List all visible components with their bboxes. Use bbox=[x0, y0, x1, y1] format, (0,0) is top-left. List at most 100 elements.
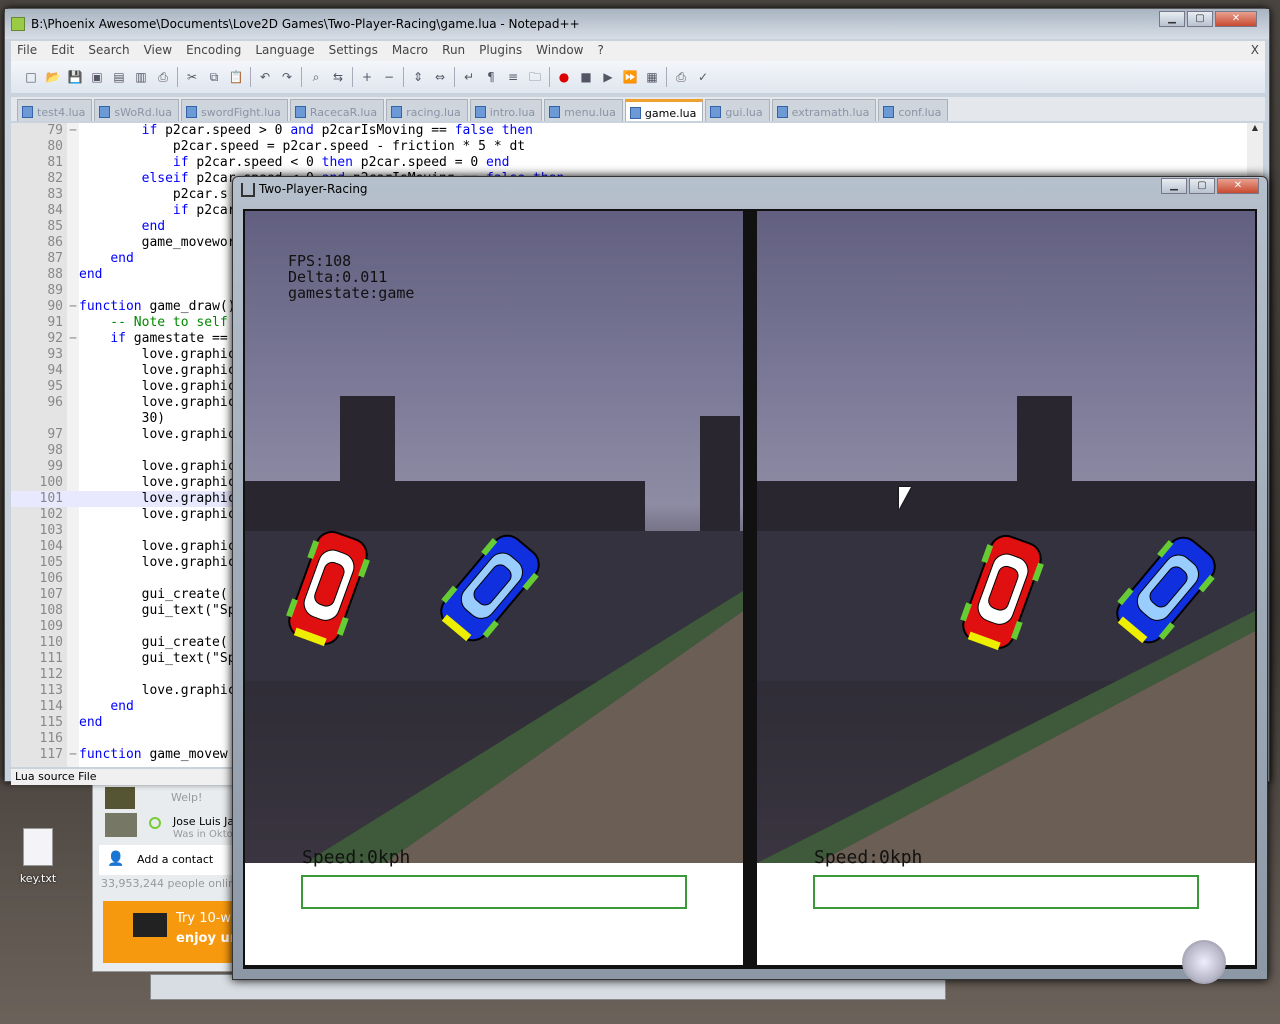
file-icon bbox=[883, 106, 895, 118]
minimize-button[interactable]: ▁ bbox=[1159, 11, 1185, 27]
code-text: if gamestate == bbox=[110, 331, 228, 346]
line-number: 111 bbox=[39, 651, 63, 666]
tab-sword-lua[interactable]: sWoRd.lua bbox=[94, 99, 179, 121]
new-icon[interactable]: □ bbox=[23, 69, 39, 85]
tab-conf-lua[interactable]: conf.lua bbox=[878, 99, 949, 121]
paste-icon[interactable]: 📋 bbox=[228, 69, 244, 85]
record-icon[interactable]: ● bbox=[556, 69, 572, 85]
fold-toggle-icon[interactable]: − bbox=[67, 747, 79, 763]
sync-h-icon[interactable]: ⇔ bbox=[432, 69, 448, 85]
print-preview-icon[interactable]: ⎙ bbox=[673, 69, 689, 85]
code-text: love.graphic bbox=[79, 683, 236, 698]
tab-racecar-lua[interactable]: RacecaR.lua bbox=[289, 99, 385, 121]
gamestate-readout: gamestate:game bbox=[288, 284, 415, 302]
line-number: 88 bbox=[47, 267, 63, 282]
line-number: 85 bbox=[47, 219, 63, 234]
tab-test4-lua[interactable]: test4.lua bbox=[17, 99, 93, 121]
line-number: 108 bbox=[39, 603, 63, 618]
replace-icon[interactable]: ⇆ bbox=[330, 69, 346, 85]
find-icon[interactable]: ⌕ bbox=[308, 69, 324, 85]
close-all-icon[interactable]: ▥ bbox=[133, 69, 149, 85]
desktop-icon-key-txt[interactable]: key.txt bbox=[14, 828, 62, 885]
fold-toggle-icon[interactable]: − bbox=[67, 299, 79, 315]
globe-icon bbox=[1182, 940, 1226, 984]
save-icon[interactable]: 💾 bbox=[67, 69, 83, 85]
copy-icon[interactable]: ⧉ bbox=[206, 69, 222, 85]
print-icon[interactable]: ⎙ bbox=[155, 69, 171, 85]
menu-language[interactable]: Language bbox=[255, 43, 314, 59]
player2-view: Speed:0kph bbox=[757, 211, 1255, 965]
text-file-icon bbox=[23, 828, 53, 866]
tab-intro-lua[interactable]: intro.lua bbox=[469, 99, 543, 121]
tab-swordfight-lua[interactable]: swordFight.lua bbox=[180, 99, 288, 121]
tab-gui-lua[interactable]: gui.lua bbox=[705, 99, 770, 121]
menu-encoding[interactable]: Encoding bbox=[186, 43, 241, 59]
play-multiple-icon[interactable]: ⏩ bbox=[622, 69, 638, 85]
code-line: 80 p2car.speed = p2car.speed - friction … bbox=[11, 139, 1263, 155]
fold-toggle-icon[interactable]: − bbox=[67, 331, 79, 347]
promo-text: Try 10-w bbox=[176, 911, 232, 926]
indent-guide-icon[interactable]: ≡ bbox=[505, 69, 521, 85]
sync-v-icon[interactable]: ⇕ bbox=[410, 69, 426, 85]
file-icon bbox=[391, 106, 403, 118]
zoom-in-icon[interactable]: + bbox=[359, 69, 375, 85]
add-contact-button[interactable]: 👤 Add a contact bbox=[99, 845, 241, 875]
code-line: 81 if p2car.speed < 0 then p2car.speed =… bbox=[11, 155, 1263, 171]
menu-help[interactable]: ? bbox=[597, 43, 603, 59]
folder-icon[interactable]: 🗀 bbox=[527, 69, 543, 85]
game-window[interactable]: Two-Player-Racing ▁ ▢ ✕ FPS:108 Delta:0.0… bbox=[232, 176, 1268, 980]
stop-icon[interactable]: ■ bbox=[578, 69, 594, 85]
menu-search[interactable]: Search bbox=[88, 43, 129, 59]
save-macro-icon[interactable]: ▦ bbox=[644, 69, 660, 85]
contact-avatar bbox=[105, 813, 137, 837]
toolbar-separator bbox=[177, 67, 178, 87]
tab-menu-lua[interactable]: menu.lua bbox=[544, 99, 623, 121]
game-canvas[interactable]: FPS:108 Delta:0.011 gamestate:game Speed:0… bbox=[243, 209, 1257, 969]
tab-game-lua[interactable]: game.lua bbox=[624, 99, 704, 121]
tab-extramath-lua[interactable]: extramath.lua bbox=[771, 99, 877, 121]
menu-macro[interactable]: Macro bbox=[392, 43, 428, 59]
close-button[interactable]: ✕ bbox=[1215, 11, 1257, 27]
line-number: 80 bbox=[47, 139, 63, 154]
line-number: 116 bbox=[39, 731, 63, 746]
menu-run[interactable]: Run bbox=[442, 43, 465, 59]
title-bar[interactable]: B:\Phoenix Awesome\Documents\Love2D Game… bbox=[5, 9, 1269, 39]
contact-item[interactable]: Jose Luis Ja Was in Okto bbox=[105, 813, 241, 839]
player2-car bbox=[440, 534, 540, 642]
menu-edit[interactable]: Edit bbox=[51, 43, 74, 59]
close-button[interactable]: ✕ bbox=[1217, 178, 1259, 194]
spellcheck-icon[interactable]: ✓ bbox=[695, 69, 711, 85]
open-icon[interactable]: 📂 bbox=[45, 69, 61, 85]
file-icon bbox=[22, 106, 33, 118]
menu-view[interactable]: View bbox=[144, 43, 172, 59]
line-number: 103 bbox=[39, 523, 63, 538]
menu-settings[interactable]: Settings bbox=[329, 43, 378, 59]
maximize-button[interactable]: ▢ bbox=[1187, 11, 1213, 27]
close-icon[interactable]: ▤ bbox=[111, 69, 127, 85]
menu-plugins[interactable]: Plugins bbox=[479, 43, 522, 59]
close-document-button[interactable]: X bbox=[1251, 43, 1259, 59]
show-all-icon[interactable]: ¶ bbox=[483, 69, 499, 85]
cut-icon[interactable]: ✂ bbox=[184, 69, 200, 85]
tab-label: intro.lua bbox=[489, 105, 536, 119]
tab-label: menu.lua bbox=[564, 105, 616, 119]
fold-toggle-icon[interactable]: − bbox=[67, 123, 79, 139]
tab-racing-lua[interactable]: racing.lua bbox=[386, 99, 468, 121]
redo-icon[interactable]: ↷ bbox=[279, 69, 295, 85]
code-text: end bbox=[79, 267, 103, 282]
word-wrap-icon[interactable]: ↵ bbox=[461, 69, 477, 85]
messenger-window[interactable]: Welp! Jose Luis Ja Was in Okto 👤 Add a c… bbox=[92, 780, 243, 972]
save-all-icon[interactable]: ▣ bbox=[89, 69, 105, 85]
file-icon bbox=[294, 106, 306, 118]
zoom-out-icon[interactable]: − bbox=[381, 69, 397, 85]
promo-banner[interactable]: Try 10-w enjoy un bbox=[103, 901, 243, 963]
love-app-icon bbox=[241, 183, 255, 197]
undo-icon[interactable]: ↶ bbox=[257, 69, 273, 85]
menu-file[interactable]: File bbox=[17, 43, 37, 59]
code-text: end bbox=[141, 219, 166, 234]
play-icon[interactable]: ▶ bbox=[600, 69, 616, 85]
file-icon bbox=[185, 106, 197, 118]
minimize-button[interactable]: ▁ bbox=[1161, 178, 1187, 194]
menu-window[interactable]: Window bbox=[536, 43, 583, 59]
maximize-button[interactable]: ▢ bbox=[1189, 178, 1215, 194]
